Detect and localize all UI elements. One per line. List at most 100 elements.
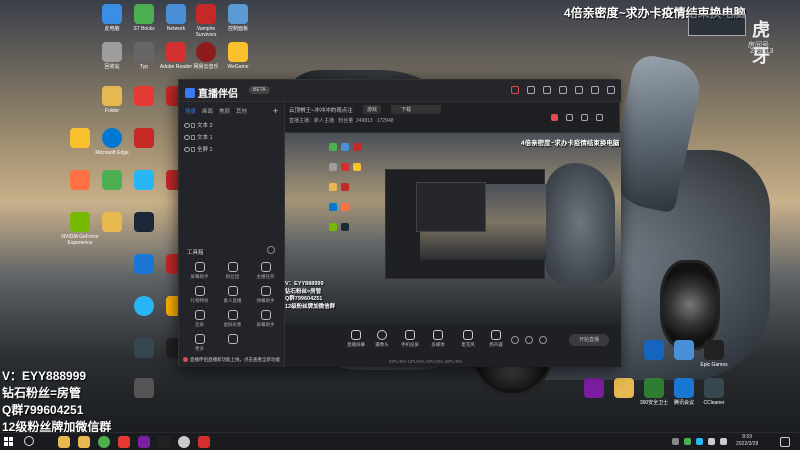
app-icon[interactable] [178,436,190,448]
nested-preview-window [385,169,546,279]
scene-item[interactable]: 全屏 1 [179,144,284,156]
scene-item[interactable]: 文本 1 [179,132,284,144]
eye-icon[interactable] [525,336,533,344]
bell-icon[interactable] [581,114,588,121]
app-icon [674,378,694,398]
settings-icon[interactable] [539,336,547,344]
minimize-icon[interactable] [575,86,583,94]
nvidia-icon [70,212,90,232]
steam-icon [134,212,154,232]
add-scene-button[interactable]: + [273,106,278,116]
app-icon[interactable] [158,436,170,448]
source-bar: 直播屏幕 摄像头 手机投屏 多媒体 麦克风 扬声器 开始直播 CPU:0% CP… [285,324,621,367]
volume-icon[interactable] [720,438,727,445]
source-phone-button[interactable]: 手机投屏 [397,330,423,348]
clock[interactable]: 8:59 2022/3/28 [736,434,758,448]
source-screen-button[interactable]: 直播屏幕 [343,330,369,348]
tool-item[interactable]: 更多 [183,334,216,352]
network-icon[interactable] [708,438,715,445]
control-panel-icon [228,4,248,24]
lock-icon[interactable] [191,147,195,152]
app-icon [134,296,154,316]
notice-bar[interactable]: 直播伴侣直播新功能上线，点击查看全新功能 [183,357,280,363]
tray-icon[interactable] [696,438,703,445]
source-camera-button[interactable]: 摄像头 [369,330,395,348]
app-icon[interactable] [118,436,130,448]
version-pill[interactable]: BETA [249,86,270,94]
more-icon[interactable] [267,246,275,254]
app-icon [102,170,122,190]
app-icon [329,163,337,171]
app-icon [341,223,349,231]
gift-icon[interactable] [511,86,519,94]
game-select[interactable]: 下载 [391,105,441,114]
tool-item[interactable] [216,334,249,352]
microphone-button[interactable]: 麦克风 [455,330,481,348]
live-companion-window: 直播伴侣 BETA 场景 画面 美颜 其他 + 文本 2 文本 1 全屏 1 工… [178,79,621,367]
tool-item[interactable]: 连屏 [183,310,216,328]
room-title[interactable]: 云顶棋王~冲冲冲的观点注 [289,106,353,114]
recycle-bin-icon [102,42,122,62]
room-meta: 直播主播：新人主播 粉丝量 249813 172948 [289,118,394,124]
live-companion-icon[interactable] [198,436,210,448]
lock-icon[interactable] [191,135,195,140]
source-media-button[interactable]: 多媒体 [425,330,451,348]
desktop-icon[interactable]: WeGame [218,42,258,70]
settings-icon[interactable] [543,86,551,94]
app-icon [353,163,361,171]
desktop-icon[interactable]: CCleaner [694,378,734,406]
desktop-icon[interactable] [124,378,164,400]
app-icon [134,170,154,190]
main-toolbar [551,114,603,121]
tab-canvas[interactable]: 画面 [202,107,213,115]
eye-icon[interactable] [184,147,190,152]
start-live-button[interactable]: 开始直播 [569,334,609,346]
tool-item[interactable]: 主播任务 [249,262,282,280]
tool-item[interactable]: 屏幕助手 [183,262,216,280]
eye-icon[interactable] [184,135,190,140]
danmaku-icon [260,286,271,296]
notification-icon[interactable] [551,114,558,121]
folder-icon[interactable] [78,436,90,448]
tab-beauty[interactable]: 美颜 [219,107,230,115]
music-icon [196,42,216,62]
desktop-icon[interactable] [124,212,164,234]
message-icon[interactable] [527,86,535,94]
maximize-icon[interactable] [591,86,599,94]
notification-center-icon[interactable] [780,437,790,447]
desktop-icon[interactable]: 控制面板 [218,4,258,32]
start-button[interactable] [4,437,14,447]
category-select[interactable]: 游戏 [363,105,382,114]
tab-scene[interactable]: 场景 [185,107,196,115]
more-icon[interactable] [596,114,603,121]
tab-other[interactable]: 其他 [236,107,247,115]
stream-preview[interactable]: 4倍亲密度~求办卡疫情结束换电脑 V：EYY888999 钻石粉丝=房管 Q群7… [285,132,621,324]
scene-item[interactable]: 文本 2 [179,120,284,132]
chrome-icon[interactable] [98,436,110,448]
tool-item[interactable]: 虚拟形象 [216,310,249,328]
scene-panel: 场景 画面 美颜 其他 + 文本 2 文本 1 全屏 1 工具箱 屏幕助手 粉丝… [179,102,285,367]
lock-icon[interactable] [191,123,195,128]
record-icon[interactable] [511,336,519,344]
desktop-icon[interactable] [124,128,164,150]
share-icon[interactable] [566,114,573,121]
search-icon[interactable] [24,436,34,446]
tray-icon[interactable] [684,438,691,445]
eye-icon[interactable] [184,123,190,128]
badge-box [688,14,746,36]
tool-item[interactable]: 素人直播 [216,286,249,304]
phone-icon [405,330,415,340]
tool-item[interactable]: 粉丝团 [216,262,249,280]
close-icon[interactable] [607,86,615,94]
menu-icon[interactable] [559,86,567,94]
tray-icon[interactable] [672,438,679,445]
tool-item[interactable]: 弹幕助手 [249,286,282,304]
file-explorer-icon[interactable] [58,436,70,448]
app-icon[interactable] [138,436,150,448]
speaker-button[interactable]: 扬声器 [483,330,509,348]
tool-item[interactable]: 礼物特效 [183,286,216,304]
speaker-icon [491,330,501,340]
task-icon [260,262,271,272]
desktop-icon[interactable]: Epic Games [694,340,734,368]
tool-item[interactable]: 屏幕助手 [249,310,282,328]
